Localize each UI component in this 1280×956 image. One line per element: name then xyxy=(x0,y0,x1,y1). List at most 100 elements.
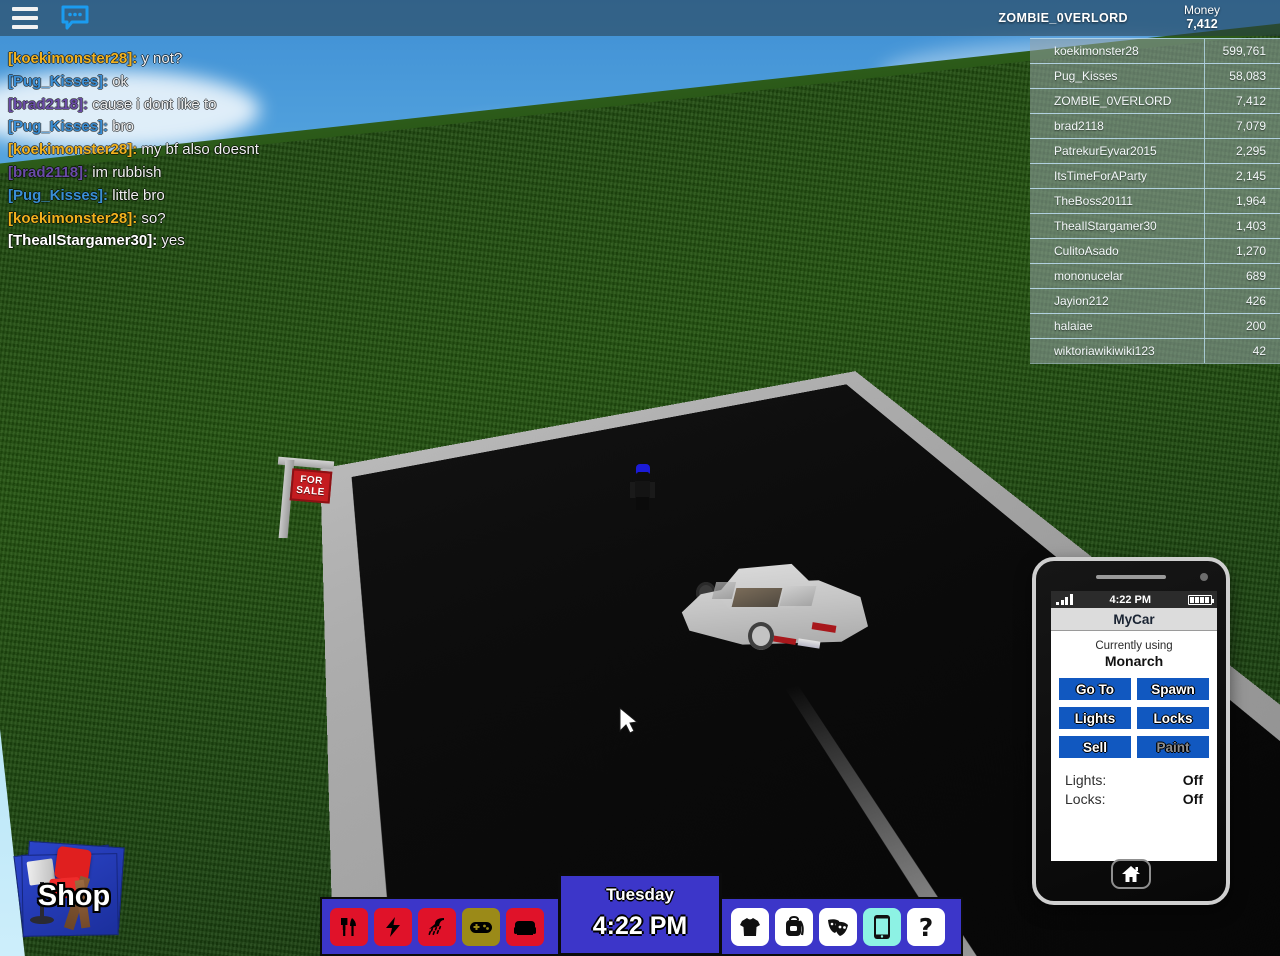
phone-button-grid: Go To Spawn Lights Locks Sell Paint xyxy=(1059,678,1209,758)
leaderboard-player-money: 58,083 xyxy=(1204,64,1280,88)
avatar-head xyxy=(637,472,649,481)
shop-button[interactable]: Shop xyxy=(10,836,138,946)
comfort-sofa-icon[interactable] xyxy=(506,907,544,946)
money-display: Money 7,412 xyxy=(1154,3,1250,31)
chat-log: [koekimonster28]: y not? [Pug_Kisses]: ok… xyxy=(8,48,648,253)
chat-text: so? xyxy=(137,209,166,227)
chat-sender: [TheaIlStargamer30]: xyxy=(8,232,158,250)
home-icon xyxy=(1122,866,1140,882)
leaderboard-row: Pug_Kisses 58,083 xyxy=(1030,63,1280,89)
leaderboard-player-name: brad2118 xyxy=(1054,119,1104,133)
hamburger-menu-icon[interactable] xyxy=(12,7,38,29)
leaderboard-player-money: 1,403 xyxy=(1204,214,1280,238)
car-rear-window xyxy=(779,586,817,606)
chat-sender: [Pug_Kisses]: xyxy=(8,186,109,204)
chat-sender: [koekimonster28]: xyxy=(8,209,138,227)
for-sale-sign: FOR SALE xyxy=(262,452,335,538)
chat-message: [Pug_Kisses]: little bro xyxy=(8,185,648,208)
phone-stat-label: Lights: xyxy=(1065,772,1107,788)
chat-message: [brad2118]: cause i dont like to xyxy=(8,94,648,117)
signal-bars-icon xyxy=(1056,594,1073,605)
chat-message: [koekimonster28]: so? xyxy=(8,208,648,231)
phone-status-rows: Lights: Off Locks: Off xyxy=(1059,772,1209,807)
leaderboard-player-name: ItsTimeForAParty xyxy=(1054,169,1147,183)
chat-sender: [Pug_Kisses]: xyxy=(8,118,109,136)
phone-camera-icon xyxy=(1200,573,1208,581)
theater-masks-icon[interactable] xyxy=(819,907,857,946)
leaderboard-row: CulitoAsado 1,270 xyxy=(1030,238,1280,264)
hygiene-shower-icon[interactable] xyxy=(418,907,456,946)
leaderboard-row: halaiae 200 xyxy=(1030,313,1280,339)
chat-message: [TheaIlStargamer30]: yes xyxy=(8,230,648,253)
phone-home-button[interactable] xyxy=(1111,859,1151,889)
player-car xyxy=(672,548,872,673)
chat-text: y not? xyxy=(137,50,183,67)
leaderboard-player-money: 7,412 xyxy=(1204,89,1280,113)
phone-button-sell[interactable]: Sell xyxy=(1059,736,1131,758)
leaderboard-player-money: 1,270 xyxy=(1204,239,1280,263)
energy-lightning-icon[interactable] xyxy=(374,907,412,946)
leaderboard-player-name: Pug_Kisses xyxy=(1054,69,1118,83)
tshirt-icon[interactable] xyxy=(731,907,769,946)
leaderboard-row: mononucelar 689 xyxy=(1030,263,1280,289)
svg-text:?: ? xyxy=(919,914,934,940)
leaderboard-player-name: TheBoss20111 xyxy=(1054,194,1133,208)
phone-app-body: Currently using Monarch Go To Spawn Lights… xyxy=(1051,631,1217,807)
player-avatar xyxy=(628,464,656,510)
chat-text: my bf also doesnt xyxy=(137,141,259,159)
leaderboard-row: PatrekurEyvar2015 2,295 xyxy=(1030,138,1280,164)
leaderboard-player-name: koekimonster28 xyxy=(1054,44,1139,58)
avatar-legs xyxy=(636,497,649,510)
leaderboard-player-money: 1,964 xyxy=(1204,189,1280,213)
phone-status-time: 4:22 PM xyxy=(1109,593,1152,606)
clock-day: Tuesday xyxy=(606,885,674,904)
hunger-fork-knife-icon[interactable] xyxy=(330,907,368,946)
leaderboard-row: brad2118 7,079 xyxy=(1030,113,1280,139)
phone-stat-label: Locks: xyxy=(1065,791,1106,807)
leaderboard: koekimonster28 599,761 Pug_Kisses 58,083 ZOM… xyxy=(1030,38,1280,364)
phone-stat-row: Locks: Off xyxy=(1065,791,1203,807)
chat-message: [brad2118]: im rubbish xyxy=(8,162,648,185)
chat-sender: [koekimonster28]: xyxy=(8,141,138,159)
current-car-name: Monarch xyxy=(1104,653,1164,669)
car-window-front xyxy=(711,582,737,599)
question-mark-icon[interactable]: ? xyxy=(907,907,945,946)
phone-app-title: MyCar xyxy=(1051,608,1217,631)
leaderboard-player-money: 599,761 xyxy=(1204,39,1280,63)
player-name-label: ZOMBIE_0VERLORD xyxy=(998,11,1128,25)
leaderboard-row: koekimonster28 599,761 xyxy=(1030,38,1280,64)
chat-bubble-icon[interactable] xyxy=(60,5,90,31)
phone-stat-value: Off xyxy=(1182,791,1203,807)
chat-sender: [Pug_Kisses]: xyxy=(8,72,109,90)
phone-button-locks[interactable]: Locks xyxy=(1137,707,1209,729)
phone-icon[interactable] xyxy=(863,907,901,946)
money-label: Money xyxy=(1183,3,1221,17)
leaderboard-row: TheaIlStargamer30 1,403 xyxy=(1030,213,1280,239)
phone-button-spawn[interactable]: Spawn xyxy=(1137,678,1209,700)
needs-bar xyxy=(320,897,560,956)
phone-button-go-to[interactable]: Go To xyxy=(1059,678,1131,700)
backpack-icon[interactable] xyxy=(775,907,813,946)
leaderboard-player-money: 2,145 xyxy=(1204,164,1280,188)
phone-stat-row: Lights: Off xyxy=(1065,772,1203,788)
phone-stat-value: Off xyxy=(1182,772,1203,788)
chat-sender: [brad2118]: xyxy=(8,163,89,181)
chat-message: [Pug_Kisses]: bro xyxy=(8,116,648,139)
phone-button-lights[interactable]: Lights xyxy=(1059,707,1131,729)
fun-gamepad-icon[interactable] xyxy=(462,907,500,946)
avatar-torso xyxy=(635,481,650,498)
leaderboard-player-money: 2,295 xyxy=(1204,139,1280,163)
chat-sender: [brad2118]: xyxy=(8,95,89,113)
phone-speaker xyxy=(1096,575,1166,579)
leaderboard-player-money: 42 xyxy=(1204,339,1280,363)
sign-board: FOR SALE xyxy=(289,468,333,504)
leaderboard-player-money: 689 xyxy=(1204,264,1280,288)
phone-button-paint[interactable]: Paint xyxy=(1137,736,1209,758)
leaderboard-row: ZOMBIE_0VERLORD 7,412 xyxy=(1030,88,1280,114)
chat-text: bro xyxy=(108,118,134,136)
money-value: 7,412 xyxy=(1186,17,1218,31)
phone-status-bar: 4:22 PM xyxy=(1051,591,1217,608)
game-viewport: FOR SALE ZOMBIE_0VERLORD Money 7,412 koe… xyxy=(0,0,1280,956)
leaderboard-row: TheBoss20111 1,964 xyxy=(1030,188,1280,214)
leaderboard-row: ItsTimeForAParty 2,145 xyxy=(1030,163,1280,189)
